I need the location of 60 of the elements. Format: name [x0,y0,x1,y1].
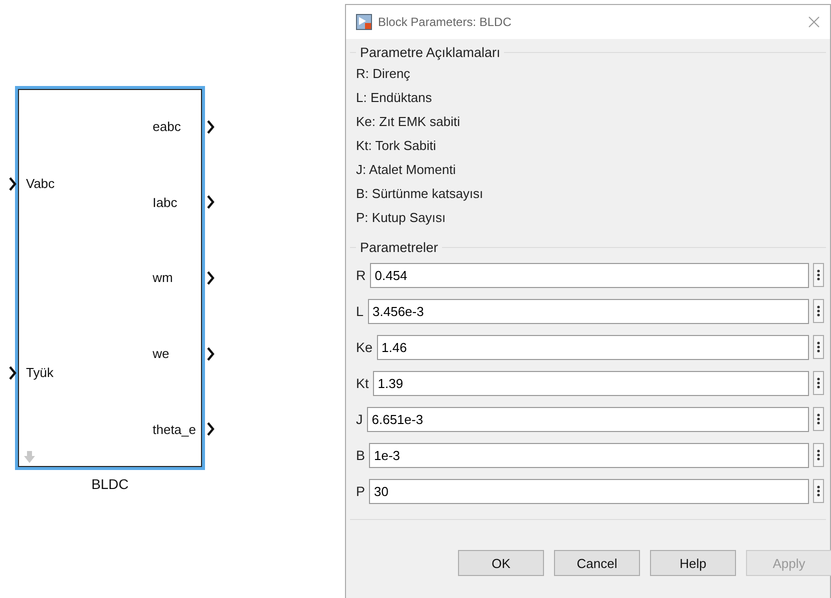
more-icon [817,449,820,461]
port-label: Tyük [26,365,54,380]
more-options-button[interactable] [813,407,824,431]
more-options-button[interactable] [813,443,824,467]
more-icon [817,341,820,353]
parameter-input[interactable]: 30 [369,478,809,504]
arrow-down-icon [24,451,35,463]
port-label: we [152,346,170,362]
more-icon [817,413,820,425]
close-icon[interactable] [808,16,820,28]
app-icon [356,14,372,30]
port-label: Vabc [26,176,55,191]
output-port-icon [207,120,215,134]
output-port-icon [207,195,215,210]
field-label: Kt [356,376,369,390]
description-text: L: Endüktans [356,89,433,107]
field-label: J [356,412,363,426]
description-text: Ke: Zıt EMK sabiti [356,113,462,131]
description-text: P: Kutup Sayısı [356,209,447,227]
more-icon [817,305,820,317]
more-options-button[interactable] [813,263,824,287]
more-icon [817,377,820,389]
field-label: L [356,304,364,318]
description-text: J: Atalet Momenti [356,161,457,179]
output-port-icon [207,422,215,436]
port-label: Iabc [152,194,178,210]
dialog-button[interactable]: Help [650,550,736,576]
port-label: eabc [152,119,181,134]
more-options-button[interactable] [813,299,824,323]
port-label: wm [152,270,173,286]
field-label: P [356,484,366,498]
description-text: B: Sürtünme katsayısı [356,185,484,203]
parameter-input[interactable]: 1e-3 [369,442,809,468]
more-options-button[interactable] [813,479,824,503]
field-label: Ke [356,340,373,354]
dialog-button[interactable]: OK [458,550,544,576]
input-port-icon [9,366,17,380]
block-body[interactable] [15,86,205,470]
parameter-input[interactable]: 1.39 [372,370,809,396]
port-label: theta_e [152,422,196,437]
output-port-icon [207,270,215,285]
window-title: Block Parameters: BLDC [378,15,512,29]
dialog-button[interactable]: Cancel [554,550,640,576]
parameter-input[interactable]: 1.46 [376,334,809,360]
more-options-button[interactable] [813,335,824,359]
field-label: R [356,268,366,282]
description-text: Kt: Tork Sabiti [356,137,437,155]
more-icon [817,269,820,281]
group-title: Parametre Açıklamaları [359,45,502,60]
description-text: R: Direnç [356,65,412,83]
output-port-icon [207,346,215,361]
field-label: B [356,448,366,462]
more-icon [817,485,820,497]
parameter-input[interactable]: 3.456e-3 [368,298,809,324]
block-name: BLDC [91,476,129,492]
parameter-input[interactable]: 6.651e-3 [366,406,809,432]
input-port-icon [9,176,17,190]
group-title: Parametreler [359,240,440,255]
more-options-button[interactable] [813,371,824,395]
parameter-input[interactable]: 0.454 [370,262,809,288]
